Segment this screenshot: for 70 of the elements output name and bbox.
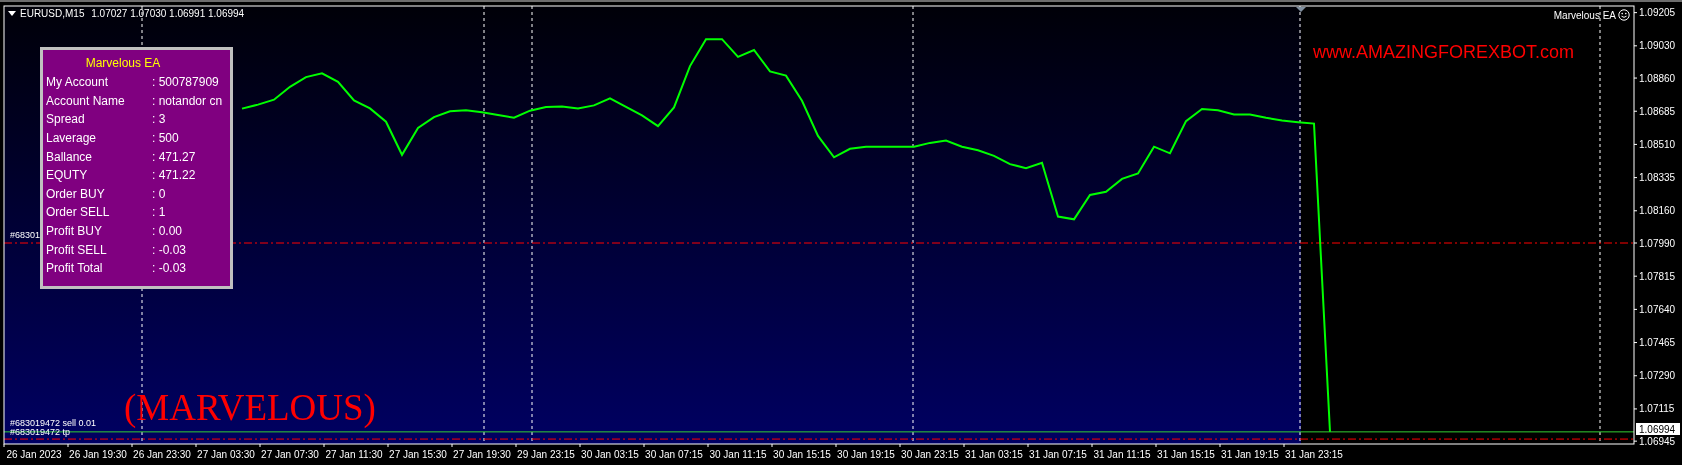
- time-axis-label: 31 Jan 19:15: [1221, 449, 1279, 460]
- order-label: #68301: [10, 231, 41, 240]
- time-axis-label: 26 Jan 19:30: [69, 449, 127, 460]
- info-label: Profit SELL: [46, 242, 108, 257]
- expert-name: Marvelous EA: [1553, 9, 1616, 21]
- time-axis-label: 30 Jan 23:15: [901, 449, 959, 460]
- info-label: Ballance: [46, 149, 94, 164]
- price-axis-label: 1.08685: [1639, 105, 1676, 117]
- info-value: : 471.27: [152, 149, 197, 164]
- price-axis-label: 1.06945: [1639, 435, 1676, 447]
- info-value: : 500: [152, 131, 180, 146]
- info-value: : 500787909: [152, 75, 220, 90]
- dropdown-triangle-icon[interactable]: [8, 11, 16, 16]
- info-value: : 0: [152, 186, 167, 201]
- info-label: Order SELL: [46, 205, 111, 220]
- time-axis-label: 31 Jan 11:15: [1093, 449, 1151, 460]
- info-value: : 1: [152, 205, 167, 220]
- info-label: My Account: [46, 75, 110, 90]
- time-axis-label: 31 Jan 23:15: [1285, 449, 1343, 460]
- price-axis-label: 1.07640: [1639, 303, 1676, 315]
- time-axis-label: 26 Jan 23:30: [133, 449, 191, 460]
- price-axis-label: 1.09030: [1639, 40, 1676, 52]
- info-label: EQUTY: [46, 168, 89, 183]
- time-axis-label: 29 Jan 23:15: [517, 449, 575, 460]
- price-axis-label: 1.07290: [1639, 370, 1676, 382]
- time-axis-label: 30 Jan 11:15: [709, 449, 767, 460]
- time-axis-label: 27 Jan 07:30: [261, 449, 319, 460]
- price-axis-label: 1.08335: [1639, 172, 1676, 184]
- price-axis-label: 1.09205: [1639, 7, 1676, 19]
- time-axis-label: 27 Jan 19:30: [453, 449, 511, 460]
- quote-values: 1.07027 1.07030 1.06991 1.06994: [90, 8, 245, 19]
- info-label: Profit Total: [46, 261, 104, 276]
- time-axis-label: 31 Jan 03:15: [965, 449, 1023, 460]
- time-axis-label: 30 Jan 19:15: [837, 449, 895, 460]
- info-value: : 0.00: [152, 224, 184, 239]
- price-axis-label: 1.07465: [1639, 337, 1676, 349]
- time-axis-label: 27 Jan 15:30: [389, 449, 447, 460]
- info-label: Laverage: [46, 131, 98, 146]
- info-value: : 3: [152, 112, 167, 127]
- info-value: : -0.03: [152, 242, 188, 257]
- shift-marker-icon: [1296, 7, 1306, 12]
- price-axis-label: 1.07815: [1639, 270, 1676, 282]
- info-label: Spread: [46, 112, 86, 127]
- banner-text: (MARVELOUS): [124, 389, 376, 426]
- price-axis-label: 1.07115: [1639, 403, 1675, 415]
- price-axis-label: 1.08510: [1639, 138, 1676, 150]
- time-axis-label: 31 Jan 15:15: [1157, 449, 1215, 460]
- time-axis-label: 30 Jan 03:15: [581, 449, 639, 460]
- info-label: Account Name: [46, 93, 126, 108]
- time-axis-label: 27 Jan 11:30: [325, 449, 383, 460]
- order-label: #683019472 tp: [10, 428, 71, 437]
- order-label: #683019472 sell 0.01: [10, 419, 97, 428]
- website-text: www.AMAZINGFOREXBOT.com: [1313, 42, 1575, 63]
- info-value: : 471.22: [152, 168, 197, 183]
- price-axis-label: 1.08860: [1639, 72, 1676, 84]
- info-label: Order BUY: [46, 186, 106, 201]
- panel-title: Marvelous EA: [85, 56, 161, 70]
- symbol-label: EURUSD,M15: [20, 8, 85, 19]
- info-label: Profit BUY: [46, 224, 103, 239]
- current-price-tag: 1.06994: [1636, 423, 1680, 435]
- price-axis-label: 1.08160: [1639, 205, 1676, 217]
- time-axis-label: 30 Jan 07:15: [645, 449, 703, 460]
- time-axis-label: 27 Jan 03:30: [197, 449, 255, 460]
- time-axis-label: 26 Jan 2023: [6, 449, 62, 460]
- info-value: : notandor cn: [152, 93, 224, 108]
- info-value: : -0.03: [152, 261, 188, 276]
- time-axis-label: 30 Jan 15:15: [773, 449, 831, 460]
- price-axis-label: 1.07990: [1639, 237, 1676, 249]
- smiley-icon[interactable]: [1618, 9, 1630, 21]
- time-axis-label: 31 Jan 07:15: [1029, 449, 1087, 460]
